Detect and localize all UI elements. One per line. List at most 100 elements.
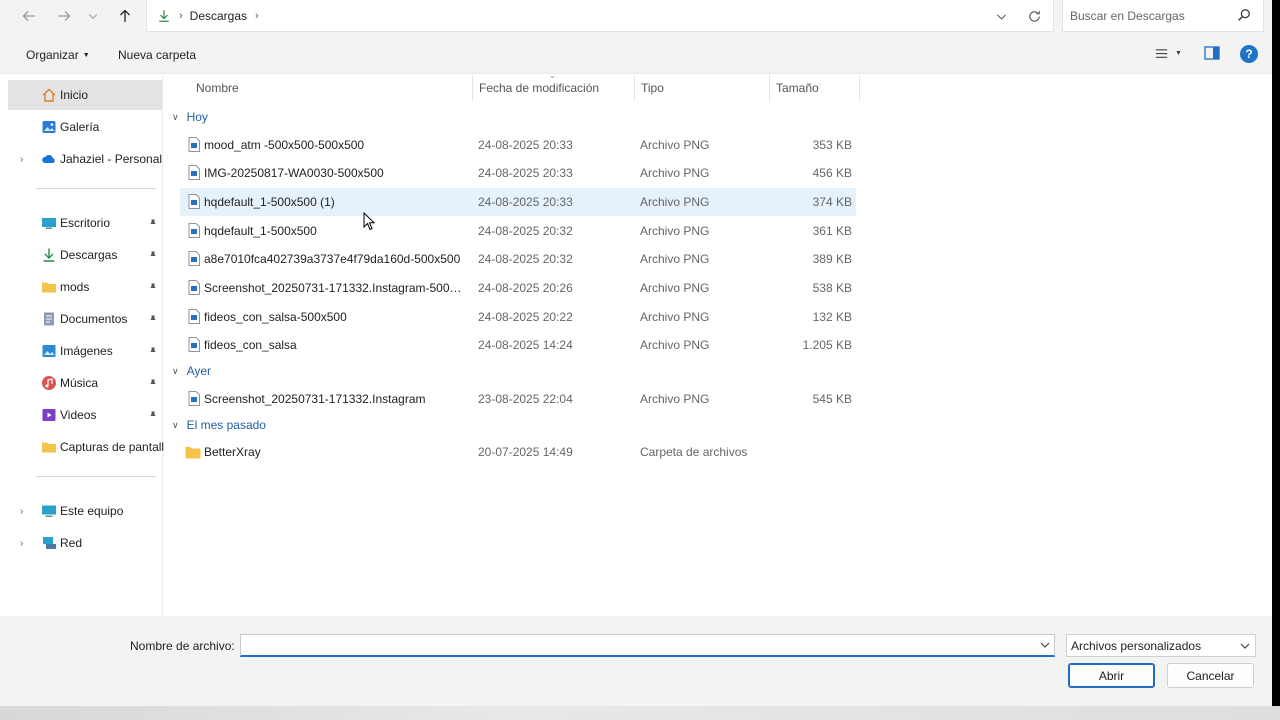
chevron-down-icon[interactable] [1039,639,1051,651]
file-row[interactable]: a8e7010fca402739a3737e4f79da160d-500x500… [180,245,856,273]
file-row[interactable]: Screenshot_20250731-171332.Instagram 23-… [180,385,856,413]
group-header-yesterday[interactable]: ∨ Ayer [172,364,211,378]
file-name: hqdefault_1-500x500 [204,224,317,238]
desktop-icon [42,218,56,229]
chevron-right-icon[interactable]: › [20,154,23,165]
file-type: Archivo PNG [640,338,710,352]
sidebar-item-musica[interactable]: Música [8,368,162,398]
file-type: Archivo PNG [640,224,710,238]
sidebar-item-este-equipo[interactable]: › Este equipo [8,496,162,526]
file-size: 389 KB [812,252,852,266]
file-size: 456 KB [812,166,852,180]
file-type-filter-value: Archivos personalizados [1071,638,1202,653]
refresh-button[interactable] [1025,7,1043,25]
breadcrumb-separator-icon[interactable]: › [255,10,259,22]
file-row[interactable]: BetterXray 20-07-2025 14:49 Carpeta de a… [180,438,856,466]
filename-combobox[interactable] [240,634,1055,657]
column-header-type[interactable]: Tipo [635,75,770,101]
file-date: 24-08-2025 20:22 [478,310,573,324]
pin-icon[interactable] [148,378,158,388]
file-date: 24-08-2025 20:33 [478,138,573,152]
sidebar-item-videos[interactable]: Videos [8,400,162,430]
column-header-size[interactable]: Tamaño [770,75,860,101]
file-date: 24-08-2025 20:32 [478,224,573,238]
onedrive-icon [42,154,55,163]
search-input[interactable] [1070,8,1230,23]
group-header-last-month[interactable]: ∨ El mes pasado [172,418,266,432]
cancel-button[interactable]: Cancelar [1167,663,1254,688]
arrow-left-icon [22,11,35,21]
chevron-down-icon: ∨ [172,365,179,376]
help-button[interactable]: ? [1240,45,1258,63]
file-type: Archivo PNG [640,392,710,406]
up-button[interactable] [112,3,138,29]
sidebar-item-escritorio[interactable]: Escritorio [8,208,162,238]
folder-icon [42,442,56,453]
sidebar-item-inicio[interactable]: Inicio [8,80,162,110]
address-history-dropdown[interactable] [993,8,1009,24]
sidebar-item-documentos[interactable]: Documentos [8,304,162,334]
file-type-filter[interactable]: Archivos personalizados [1066,634,1256,657]
pin-icon[interactable] [148,282,158,292]
file-row[interactable]: mood_atm -500x500-500x500 24-08-2025 20:… [180,131,856,159]
chevron-right-icon[interactable]: › [20,538,23,549]
breadcrumb-descargas[interactable]: Descargas [190,9,247,23]
pin-icon[interactable] [148,218,158,228]
organize-label: Organizar [26,48,79,62]
address-bar[interactable]: › Descargas › [146,0,1054,32]
search-box[interactable] [1062,0,1264,32]
forward-button[interactable] [51,3,77,29]
back-button[interactable] [16,3,42,29]
preview-pane-button[interactable] [1204,46,1222,62]
sidebar-item-red[interactable]: › Red [8,528,162,558]
sidebar-item-label: Capturas de pantalla [60,440,171,454]
address-row: › Descargas › [0,0,1272,34]
file-size: 132 KB [812,310,852,324]
image-file-icon [188,337,200,352]
sidebar-item-onedrive[interactable]: › Jahaziel - Personal [8,144,162,174]
caret-down-icon: ▼ [82,51,90,59]
column-header-name[interactable]: Nombre [190,75,473,101]
open-button[interactable]: Abrir [1068,663,1155,688]
file-date: 23-08-2025 22:04 [478,392,573,406]
new-folder-label: Nueva carpeta [118,48,197,62]
image-file-icon [188,194,200,209]
file-row[interactable]: hqdefault_1-500x500 (1) 24-08-2025 20:33… [180,188,856,216]
file-name: mood_atm -500x500-500x500 [204,138,365,152]
file-row[interactable]: fideos_con_salsa 24-08-2025 14:24 Archiv… [180,331,856,359]
recent-locations-button[interactable] [82,3,104,29]
pin-icon[interactable] [148,346,158,356]
search-icon[interactable] [1237,8,1251,22]
file-name: fideos_con_salsa-500x500 [204,310,347,324]
sidebar-item-capturas[interactable]: Capturas de pantalla [8,432,171,462]
refresh-icon [1028,10,1040,22]
group-header-today[interactable]: ∨ Hoy [172,110,208,124]
filename-input[interactable] [241,635,1031,655]
new-folder-button[interactable]: Nueva carpeta [118,48,196,62]
file-name: Screenshot_20250731-171332.Instagram-500… [204,281,462,295]
file-row[interactable]: Screenshot_20250731-171332.Instagram-500… [180,274,856,302]
sidebar-item-label: Jahaziel - Personal [60,152,163,166]
image-file-icon [188,280,200,295]
caret-down-icon: ▼ [1175,50,1182,57]
file-row[interactable]: fideos_con_salsa-500x500 24-08-2025 20:2… [180,303,856,331]
pin-icon[interactable] [148,250,158,260]
gallery-icon [42,121,56,133]
chevron-right-icon[interactable]: › [20,506,23,517]
organize-button[interactable]: Organizar ▼ [26,48,90,62]
pin-icon[interactable] [148,410,158,420]
file-name: fideos_con_salsa [204,338,297,352]
sidebar-item-descargas[interactable]: Descargas [8,240,162,270]
file-size: 361 KB [812,224,852,238]
sidebar-item-imagenes[interactable]: Imágenes [8,336,162,366]
file-date: 24-08-2025 20:33 [478,195,573,209]
file-row[interactable]: IMG-20250817-WA0030-500x500 24-08-2025 2… [180,159,856,187]
mouse-cursor-icon [363,212,375,231]
image-file-icon [188,223,200,238]
pin-icon[interactable] [148,314,158,324]
sidebar-item-galeria[interactable]: Galería [8,112,162,142]
file-row[interactable]: hqdefault_1-500x500 24-08-2025 20:32 Arc… [180,217,856,245]
chevron-down-icon: ∨ [172,419,179,430]
view-options-button[interactable]: ▼ [1154,46,1182,61]
sidebar-item-mods[interactable]: mods [8,272,162,302]
